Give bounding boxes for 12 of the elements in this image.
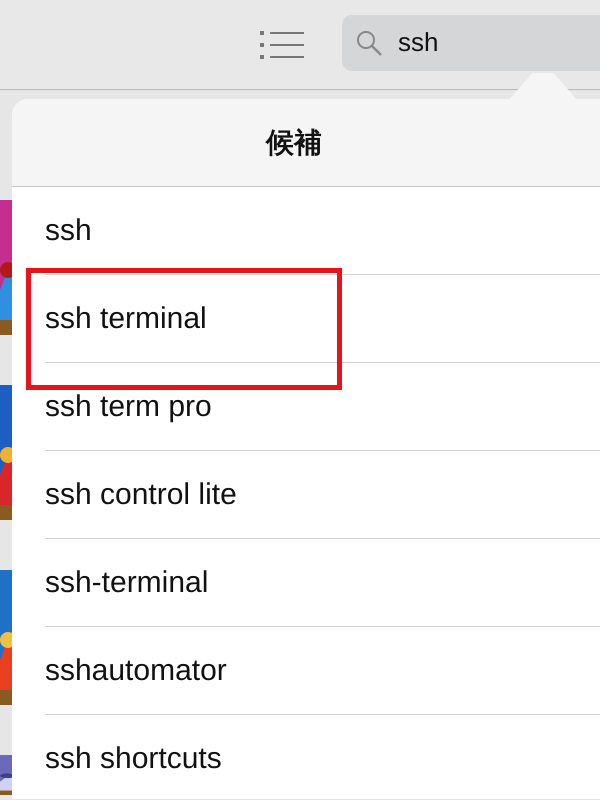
suggestion-item[interactable]: ssh terminal (45, 302, 207, 336)
popover-title: 候補 (266, 126, 322, 160)
suggestion-item[interactable]: ssh control lite (45, 478, 237, 512)
suggestion-item[interactable]: ssh (45, 214, 92, 248)
search-icon (356, 30, 382, 56)
suggestion-item[interactable]: ssh shortcuts (45, 742, 222, 776)
suggestion-item[interactable]: sshautomator (45, 654, 227, 688)
search-field[interactable]: ssh (342, 14, 600, 70)
suggestion-item[interactable]: ssh term pro (45, 390, 212, 424)
list-icon[interactable] (260, 30, 304, 58)
search-text: ssh (398, 27, 438, 58)
suggestion-item[interactable]: ssh-terminal (45, 566, 208, 600)
